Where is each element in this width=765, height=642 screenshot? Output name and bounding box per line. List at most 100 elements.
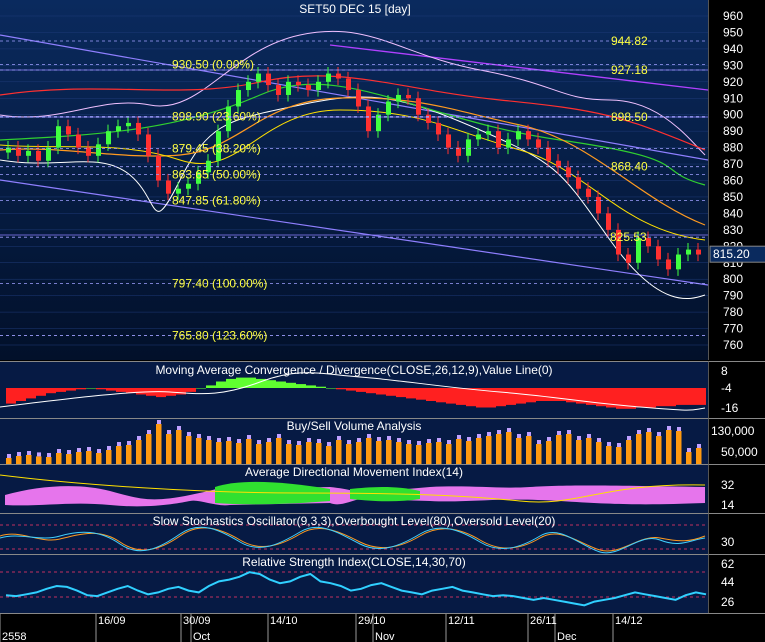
- volume-bar: [246, 439, 252, 464]
- macd-bar: [456, 388, 466, 405]
- volume-bar: [386, 440, 392, 464]
- volume-bar: [196, 438, 202, 464]
- volume-top: [307, 438, 311, 442]
- volume-bar: [216, 442, 222, 464]
- macd-bar: [186, 388, 196, 392]
- level-label: 927.18: [611, 63, 648, 77]
- volume-bar: [356, 442, 362, 464]
- volume-bar: [546, 441, 552, 464]
- candle-body: [66, 126, 71, 135]
- volume-bar: [316, 443, 322, 464]
- stoch-axis: 30: [708, 513, 765, 554]
- volume-bar: [116, 446, 122, 464]
- volume-bar: [166, 434, 172, 464]
- volume-top: [567, 430, 571, 434]
- price-axis: 960 950 940 930 920 910 900 890 880 870 860 850 840 8…: [708, 0, 765, 360]
- macd-bar: [156, 388, 166, 398]
- volume-top: [677, 427, 681, 431]
- fib-label: 847.85 (61.80%): [172, 193, 261, 207]
- candle-body: [496, 131, 501, 148]
- volume-top: [447, 440, 451, 444]
- rsi-tick: 44: [721, 575, 735, 589]
- macd-tick: -16: [721, 401, 739, 415]
- rsi-axis: 62 44 26: [708, 554, 765, 613]
- macd-bar: [366, 388, 376, 394]
- candle-body: [76, 134, 81, 148]
- candle-body: [46, 147, 51, 161]
- volume-bar: [306, 442, 312, 464]
- rsi-tick: 26: [721, 595, 735, 609]
- price-tick: 780: [723, 305, 743, 319]
- volume-bar: [36, 456, 42, 464]
- level-label: 898.50: [611, 110, 648, 124]
- candle-body: [426, 114, 431, 123]
- candle-body: [546, 147, 551, 161]
- adx-title: Average Directional Movement Index(14): [245, 465, 463, 479]
- volume-title: Buy/Sell Volume Analysis: [287, 419, 422, 433]
- stoch-panel: Slow Stochastics Oscillator(9,3,3),Overb…: [0, 513, 708, 554]
- volume-bar: [686, 452, 692, 464]
- volume-top: [177, 426, 181, 430]
- macd-bar: [636, 388, 646, 408]
- macd-bar: [496, 388, 506, 407]
- candle-body: [166, 180, 171, 194]
- candle-body: [316, 81, 321, 91]
- volume-top: [77, 448, 81, 452]
- volume-bar: [446, 444, 452, 464]
- price-tick: 850: [723, 190, 743, 204]
- x-label: 14/10: [270, 615, 298, 627]
- volume-tick: 50,000: [721, 445, 758, 459]
- volume-top: [7, 454, 11, 458]
- volume-top: [217, 438, 221, 442]
- volume-top: [357, 438, 361, 442]
- macd-bar: [546, 388, 556, 401]
- x-label: Dec: [557, 631, 577, 642]
- macd-bar: [666, 388, 676, 407]
- candle-body: [406, 94, 411, 99]
- price-tick: 890: [723, 124, 743, 138]
- volume-bar: [606, 446, 612, 464]
- volume-bar: [56, 453, 62, 464]
- volume-top: [197, 434, 201, 438]
- volume-bar: [556, 435, 562, 464]
- macd-bar: [646, 388, 656, 408]
- volume-top: [17, 452, 21, 456]
- price-tick: 900: [723, 108, 743, 122]
- volume-bar: [276, 438, 282, 464]
- x-label: Oct: [193, 631, 210, 642]
- candle-body: [576, 177, 581, 189]
- x-label: Nov: [375, 631, 395, 642]
- volume-top: [507, 428, 511, 432]
- stoch-tick: 30: [721, 535, 735, 549]
- x-label: 26/11: [530, 615, 557, 627]
- candle-body: [116, 126, 121, 132]
- candle-body: [286, 81, 291, 95]
- volume-bar: [666, 430, 672, 464]
- volume-bar: [436, 442, 442, 464]
- adx-panel: Average Directional Movement Index(14): [0, 464, 708, 513]
- macd-bar: [36, 388, 46, 396]
- candle-body: [626, 254, 631, 263]
- volume-bar: [66, 454, 72, 464]
- volume-bar: [486, 436, 492, 464]
- price-tick: 790: [723, 289, 743, 303]
- rsi-title: Relative Strength Index(CLOSE,14,30,70): [242, 555, 465, 569]
- macd-bar: [336, 388, 346, 390]
- macd-bar: [426, 388, 436, 401]
- macd-bar: [396, 388, 406, 398]
- candle-body: [56, 126, 61, 148]
- volume-top: [637, 430, 641, 434]
- price-tick: 830: [723, 223, 743, 237]
- price-tick: 930: [723, 58, 743, 72]
- volume-bar: [676, 431, 682, 464]
- volume-top: [517, 434, 521, 438]
- volume-top: [237, 439, 241, 443]
- volume-bar: [476, 438, 482, 464]
- volume-top: [157, 420, 161, 424]
- volume-bar: [346, 444, 352, 464]
- candle-body: [486, 131, 491, 135]
- candle-body: [146, 134, 151, 156]
- volume-bar: [516, 438, 522, 464]
- price-panel: 930.50 (0.00%) 898.90 (23.60%) 879.45 (38.…: [0, 0, 708, 360]
- adx-axis: 32 14: [708, 464, 765, 513]
